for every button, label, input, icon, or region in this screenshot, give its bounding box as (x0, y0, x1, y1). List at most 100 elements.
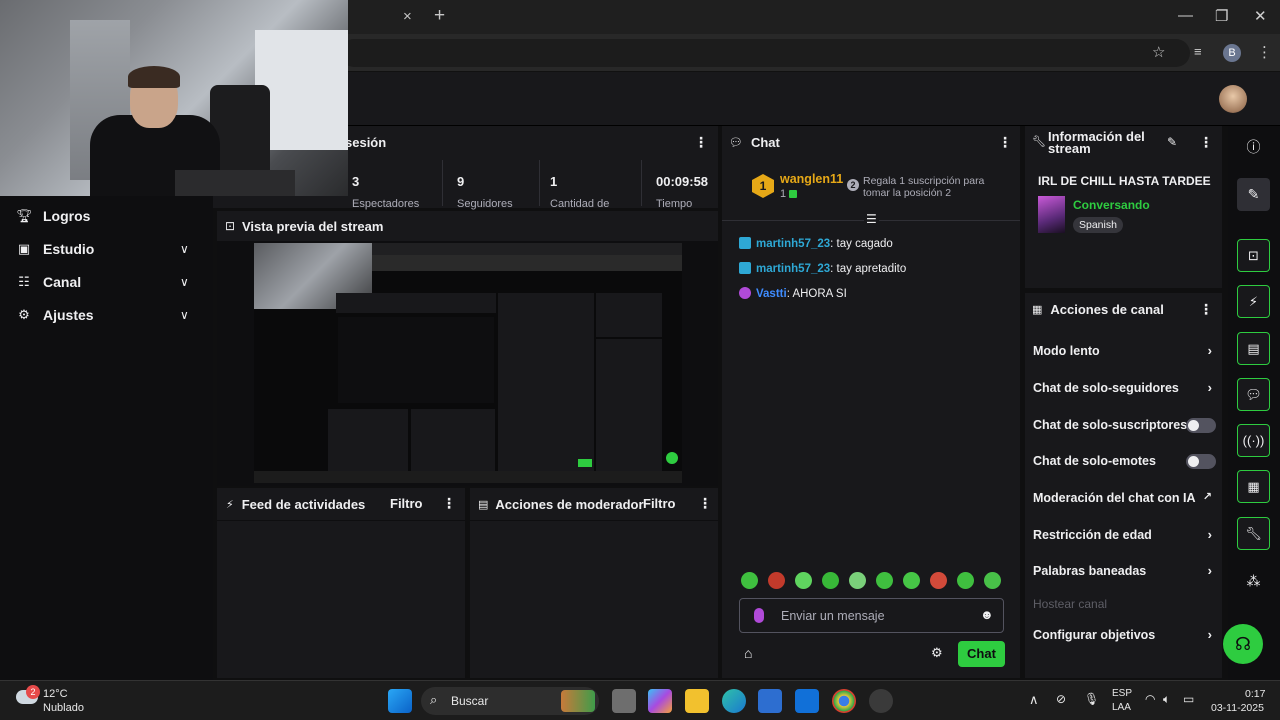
top-gifter-name[interactable]: wanglen11 (780, 172, 843, 186)
document-toggle-icon[interactable]: ▤ (1237, 332, 1270, 365)
task-view-icon[interactable] (612, 689, 636, 713)
stat-value: 9 (457, 174, 465, 189)
edge-icon[interactable] (722, 689, 746, 713)
obs-icon[interactable] (869, 689, 893, 713)
chat-username[interactable]: martinh57_23 (756, 238, 830, 250)
lightning-toggle-icon[interactable]: ⚡︎ (1237, 285, 1270, 318)
stream-preview-video[interactable] (254, 243, 682, 483)
emoji-icon[interactable]: ☻ (980, 607, 994, 622)
url-field[interactable] (340, 39, 1190, 67)
action-configure-goals[interactable]: Configurar objetivos › (1033, 626, 1218, 646)
minimize-icon[interactable]: — (1178, 7, 1193, 24)
edit-icon[interactable]: ✎ (1237, 178, 1270, 211)
store-icon[interactable]: ⌂ (744, 645, 752, 661)
chat-send-button[interactable]: Chat (958, 641, 1005, 667)
sidebar-item-estudio[interactable]: ▣ Estudio ∨ (0, 232, 213, 265)
emote-icon[interactable] (984, 572, 1001, 589)
keyboard-lang-bottom[interactable]: LAA (1112, 702, 1131, 713)
wrench-toggle-icon[interactable]: 🔧︎ (1237, 517, 1270, 550)
apps-icon[interactable]: ⁂ (1237, 565, 1270, 598)
bookmark-star-icon[interactable]: ☆ (1152, 43, 1165, 61)
stream-info-menu-icon[interactable]: ⋮ (1199, 134, 1213, 151)
preview-toggle-icon[interactable]: ⊡ (1237, 239, 1270, 272)
chevron-right-icon: › (1207, 627, 1212, 642)
channel-actions-toggle-icon[interactable]: ▦ (1237, 470, 1270, 503)
browser-profile-avatar[interactable]: B (1223, 44, 1241, 62)
tray-microphone-icon[interactable]: 🎙︎ (1084, 692, 1099, 706)
chrome-icon[interactable] (832, 689, 856, 713)
taskbar-search[interactable]: ⌕ Buscar (421, 687, 599, 715)
activity-feed-panel: ⚡︎ Feed de actividades Filtro ⋮ (217, 488, 465, 678)
copilot-icon[interactable] (648, 689, 672, 713)
clock-date[interactable]: 03-11-2025 (1211, 702, 1264, 714)
wifi-icon[interactable]: ◠ (1145, 692, 1155, 706)
battery-icon[interactable]: ▭ (1183, 692, 1194, 706)
filter-lines-icon[interactable]: ☰ (864, 212, 879, 226)
tray-network-off-icon[interactable]: ⊘ (1056, 692, 1066, 706)
emotes-only-toggle[interactable] (1186, 454, 1216, 469)
clock-time[interactable]: 0:17 (1245, 688, 1265, 700)
new-tab-button[interactable]: + (434, 5, 445, 27)
top-gifter-rank-badge: 1 (752, 174, 774, 198)
moderator-actions-menu-icon[interactable]: ⋮ (698, 495, 712, 512)
chat-menu-icon[interactable]: ⋮ (998, 134, 1012, 151)
emote-icon[interactable] (741, 572, 758, 589)
sidebar-item-canal[interactable]: ☷ Canal ∨ (0, 265, 213, 298)
edit-pencil-icon[interactable]: ✎ (1167, 135, 1177, 149)
maximize-icon[interactable]: ❐ (1215, 7, 1228, 25)
help-headset-button[interactable]: ☊ (1223, 624, 1263, 664)
category-link[interactable]: Conversando (1073, 198, 1150, 212)
emote-icon[interactable] (795, 572, 812, 589)
windows-start-icon[interactable] (388, 689, 412, 713)
close-window-icon[interactable]: ✕ (1254, 7, 1267, 25)
channel-actions-title: Acciones de canal (1050, 301, 1164, 317)
action-followers-only[interactable]: Chat de solo-seguidores › (1033, 379, 1218, 399)
action-ai-moderation[interactable]: Moderación del chat con IA ↗ (1033, 489, 1218, 509)
emote-icon[interactable] (822, 572, 839, 589)
moderator-actions-filter-button[interactable]: Filtro (643, 496, 676, 511)
subscribers-only-toggle[interactable] (1186, 418, 1216, 433)
category-thumbnail[interactable] (1038, 196, 1065, 233)
mini-taskbar (254, 471, 682, 483)
file-explorer-icon[interactable] (685, 689, 709, 713)
webcam-scene-desk (175, 170, 295, 196)
chat-message: martinh57_23: tay cagado (739, 237, 893, 250)
settings-gear-icon[interactable]: ⚙ (931, 645, 943, 661)
user-avatar[interactable] (1219, 85, 1247, 113)
session-menu-icon[interactable]: ⋮ (694, 134, 708, 151)
right-rail: ⓘ ✎ ⊡ ⚡︎ ▤ 💬︎ ((·)) ▦ 🔧︎ ⁂ (1228, 126, 1280, 680)
search-icon: ⌕ (430, 692, 438, 707)
channel-actions-menu-icon[interactable]: ⋮ (1199, 301, 1213, 318)
outlook-icon[interactable] (795, 689, 819, 713)
info-icon[interactable]: ⓘ (1237, 131, 1270, 164)
action-banned-words[interactable]: Palabras baneadas › (1033, 562, 1218, 582)
emote-icon[interactable] (930, 572, 947, 589)
tray-chevron-up-icon[interactable]: ∧ (1029, 692, 1039, 708)
browser-menu-icon[interactable]: ⋮ (1257, 43, 1272, 61)
moderator-badge-icon (739, 262, 751, 274)
emote-icon[interactable] (768, 572, 785, 589)
action-age-restriction[interactable]: Restricción de edad › (1033, 526, 1218, 546)
chat-username[interactable]: martinh57_23 (756, 263, 830, 275)
sidebar-item-ajustes[interactable]: ⚙ Ajustes ∨ (0, 298, 213, 331)
keyboard-lang-top[interactable]: ESP (1112, 688, 1132, 699)
emote-icon[interactable] (876, 572, 893, 589)
chat-input[interactable]: Enviar un mensaje ☻ (739, 598, 1004, 633)
activity-feed-menu-icon[interactable]: ⋮ (442, 495, 456, 512)
store-app-icon[interactable] (758, 689, 782, 713)
action-label: Restricción de edad (1033, 528, 1152, 542)
sidebar-item-logros[interactable]: 🏆︎ Logros (0, 199, 213, 232)
emote-icon[interactable] (903, 572, 920, 589)
emote-icon[interactable] (849, 572, 866, 589)
tab-close-icon[interactable]: × (403, 8, 412, 25)
emote-icon[interactable] (957, 572, 974, 589)
moderator-actions-title: Acciones de moderador (495, 496, 644, 512)
broadcast-toggle-icon[interactable]: ((·)) (1237, 424, 1270, 457)
volume-icon[interactable]: 🔈︎ (1163, 692, 1170, 707)
chat-toggle-icon[interactable]: 💬︎ (1237, 378, 1270, 411)
media-control-icon[interactable]: ≡ (1194, 44, 1202, 59)
activity-feed-filter-button[interactable]: Filtro (390, 496, 423, 511)
action-slow-mode[interactable]: Modo lento › (1033, 342, 1218, 362)
gift-sub-cta[interactable]: Regala 1 suscripción para tomar la posic… (863, 175, 993, 199)
chat-username[interactable]: Vastti (756, 288, 787, 300)
